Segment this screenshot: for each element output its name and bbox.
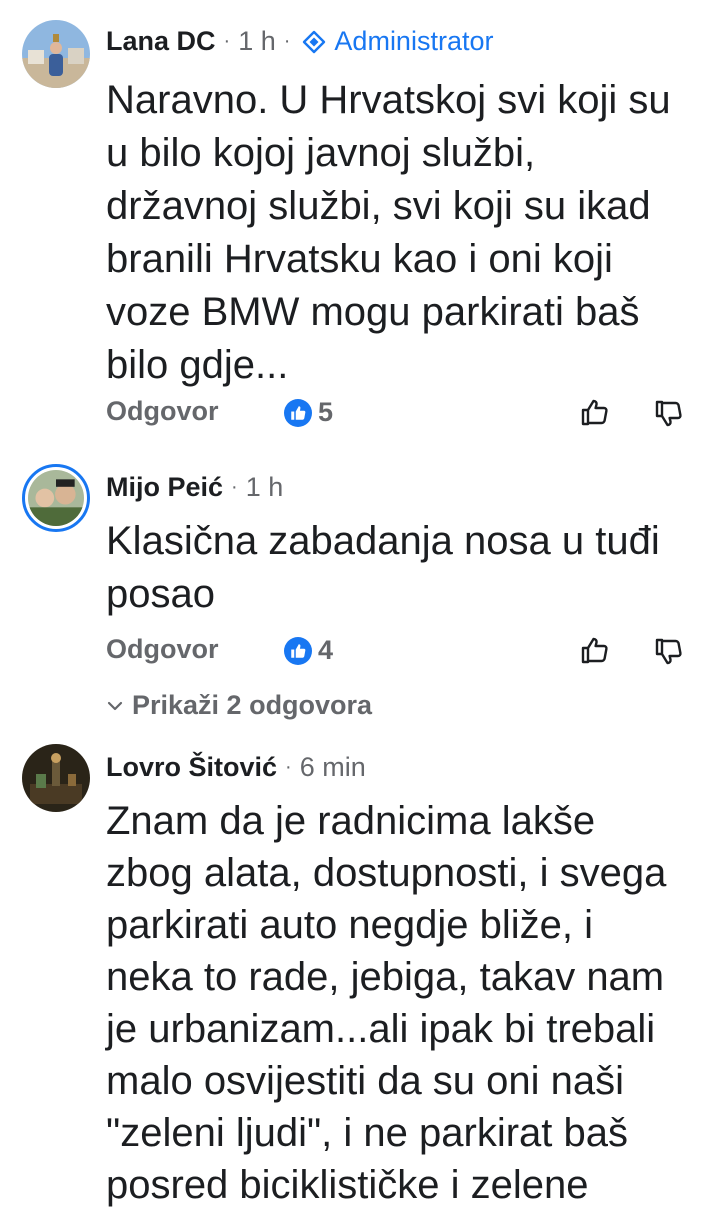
avatar-lovro-sitovic[interactable] <box>22 744 90 812</box>
role-label: Administrator <box>334 26 494 56</box>
separator-dot: · <box>231 476 238 498</box>
comment-actions: Odgovor 5 <box>106 396 686 432</box>
like-icon <box>284 398 312 427</box>
comment-lana-dc: Lana DC · 1 h · Administrator Naravno. U… <box>0 0 711 450</box>
avatar-photo-icon <box>28 470 84 526</box>
show-replies-button[interactable]: Prikaži 2 odgovora <box>106 690 372 721</box>
avatar-photo-icon <box>22 20 90 88</box>
reply-button[interactable]: Odgovor <box>106 634 219 665</box>
author-name[interactable]: Lana DC <box>106 26 216 57</box>
show-replies-label: Prikaži 2 odgovora <box>132 690 373 720</box>
comment-actions: Odgovor 4 <box>106 634 686 670</box>
comment-text: Klasična zabadanja nosa u tuđi posao <box>106 519 660 616</box>
admin-badge-icon <box>303 30 326 53</box>
comment-lovro-sitovic: Lovro Šitović · 6 min Znam da je radnici… <box>0 730 711 1207</box>
downvote-icon[interactable] <box>652 636 684 668</box>
comment-text: Naravno. U Hrvatskoj svi koji su u bilo … <box>106 78 671 387</box>
comment-mijo-peic: Mijo Peić · 1 h Klasična zabadanja nosa … <box>0 450 711 730</box>
upvote-icon[interactable] <box>578 634 610 666</box>
comment-text: Znam da je radnicima lakše zbog alata, d… <box>106 799 667 1207</box>
comment-meta: Lana DC · 1 h · Administrator <box>106 26 493 57</box>
admin-badge: Administrator <box>302 26 493 57</box>
comment-meta: Lovro Šitović · 6 min <box>106 752 366 783</box>
downvote-icon[interactable] <box>652 398 684 430</box>
timestamp[interactable]: 6 min <box>300 752 366 783</box>
author-name[interactable]: Mijo Peić <box>106 472 223 503</box>
avatar-lana-dc[interactable] <box>22 20 90 88</box>
separator-dot: · <box>223 30 231 52</box>
reaction-count: 5 <box>318 397 334 427</box>
like-icon <box>284 636 312 665</box>
timestamp[interactable]: 1 h <box>246 472 284 503</box>
reaction-summary[interactable]: 5 <box>284 397 333 428</box>
upvote-icon[interactable] <box>578 396 610 428</box>
timestamp[interactable]: 1 h <box>238 26 276 57</box>
avatar-photo-icon <box>22 744 90 812</box>
chevron-down-icon <box>107 701 123 710</box>
reply-button[interactable]: Odgovor <box>106 396 219 427</box>
reaction-count: 4 <box>318 635 334 665</box>
separator-dot: · <box>283 30 291 52</box>
avatar-mijo-peic[interactable] <box>22 464 90 532</box>
reaction-summary[interactable]: 4 <box>284 635 333 666</box>
comment-meta: Mijo Peić · 1 h <box>106 472 283 503</box>
author-name[interactable]: Lovro Šitović <box>106 752 277 783</box>
separator-dot: · <box>285 756 292 778</box>
